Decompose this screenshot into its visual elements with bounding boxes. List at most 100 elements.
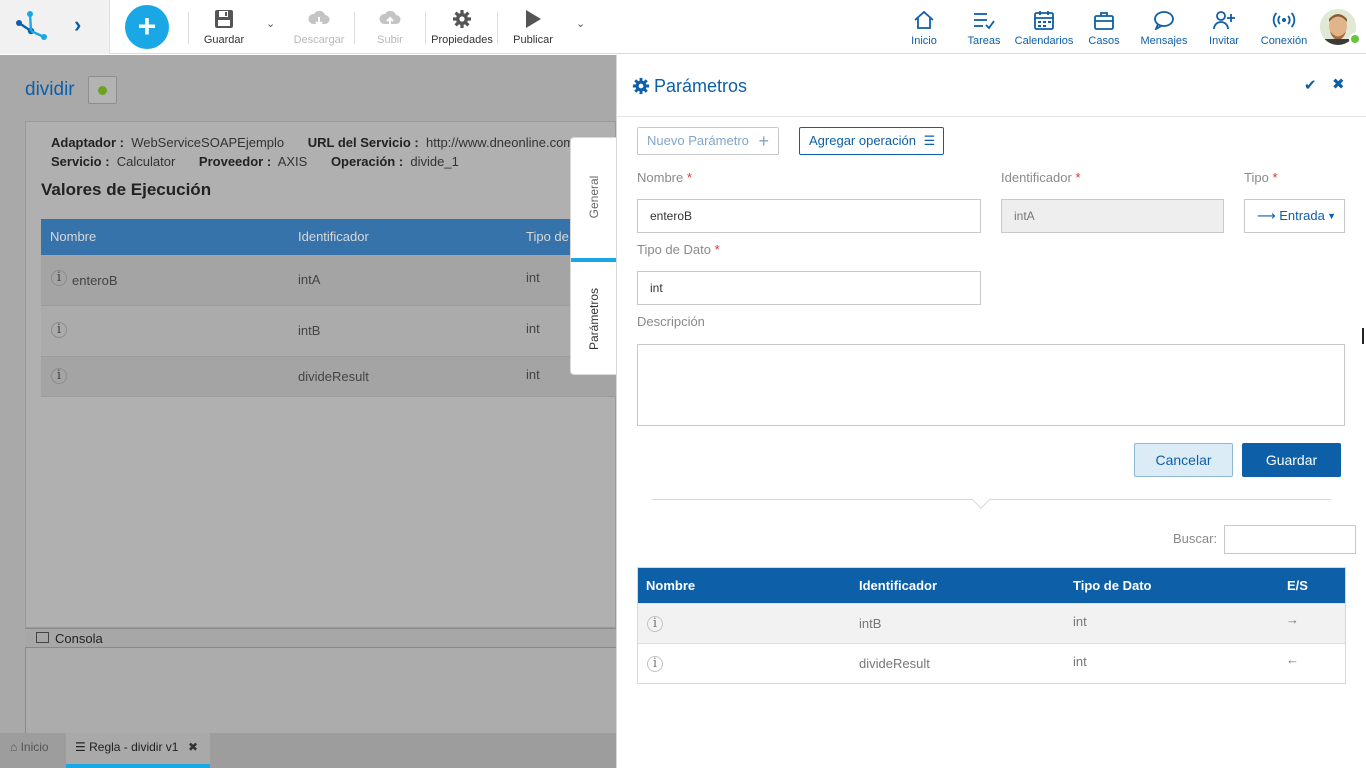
adapter-meta-line: Adaptador : WebServiceSOAPEjemplo URL de… xyxy=(51,135,594,150)
info-icon[interactable]: i xyxy=(51,368,67,384)
upload-toolbar-label: Subir xyxy=(377,34,403,46)
download-toolbar-button[interactable]: Descargar xyxy=(293,8,345,46)
nav-inicio-label: Inicio xyxy=(911,35,937,47)
caret-down-icon: ▼ xyxy=(1327,211,1336,221)
descripcion-textarea[interactable] xyxy=(637,344,1345,426)
close-tab-icon[interactable]: ✖ xyxy=(188,733,198,761)
bottom-tab-rule[interactable]: ☰ Regla - dividir v1 ✖ xyxy=(66,733,210,768)
tipo-dato-input[interactable]: int xyxy=(637,271,981,305)
add-button[interactable]: + xyxy=(125,5,169,49)
info-icon[interactable]: i xyxy=(647,656,663,672)
top-toolbar: › + Guardar ⌄ Descargar Subir Propiedade… xyxy=(0,0,1366,54)
briefcase-icon xyxy=(1094,12,1114,30)
tasks-icon xyxy=(974,13,995,30)
console-output xyxy=(25,648,616,733)
add-operation-button[interactable]: Agregar operación ☰ xyxy=(799,127,944,155)
tab-parametros[interactable]: Parámetros xyxy=(571,258,617,376)
nav-conexion-label: Conexión xyxy=(1260,35,1308,47)
floppy-icon xyxy=(215,10,233,28)
nav-inicio[interactable]: Inicio xyxy=(908,9,940,47)
table-header: Nombre Identificador Tipo de xyxy=(41,219,617,255)
bottom-tab-home[interactable]: ⌂ Inicio xyxy=(10,733,49,768)
section-title: Valores de Ejecución xyxy=(41,180,212,199)
table-header: Nombre Identificador Tipo de Dato E/S xyxy=(638,568,1345,603)
publish-toolbar-label: Publicar xyxy=(513,34,553,46)
console-header[interactable]: Consola xyxy=(25,628,616,648)
save-toolbar-label: Guardar xyxy=(203,34,245,46)
panel-title: Parámetros xyxy=(654,76,748,96)
add-user-icon xyxy=(1213,11,1235,30)
nombre-input[interactable]: enteroB xyxy=(637,199,981,233)
save-options-caret-icon[interactable]: ⌄ xyxy=(266,17,275,30)
nav-mensajes[interactable]: Mensajes xyxy=(1139,9,1189,47)
row-tipo: int xyxy=(1073,614,1087,629)
operation-key: Operación : xyxy=(330,154,404,169)
cloud-download-icon xyxy=(308,10,330,27)
app-logo-icon[interactable] xyxy=(14,9,48,43)
publish-toolbar-button[interactable]: Publicar xyxy=(512,8,554,46)
info-icon[interactable]: i xyxy=(51,270,67,286)
tab-general[interactable]: General xyxy=(571,138,617,256)
expand-chevron-icon[interactable]: › xyxy=(74,14,81,36)
new-parameter-button[interactable]: Nuevo Parámetro + xyxy=(637,127,779,155)
row-tipo: int xyxy=(1073,654,1087,669)
column-header-nombre: Nombre xyxy=(50,229,97,244)
tipo-dato-label: Tipo de Dato * xyxy=(637,242,720,257)
tipo-dropdown[interactable]: ⟶ Entrada ▼ xyxy=(1244,199,1345,233)
identificador-input: intA xyxy=(1001,199,1224,233)
divider-notch xyxy=(971,489,991,509)
info-icon[interactable]: i xyxy=(647,616,663,632)
table-row[interactable]: i enteroB intA int xyxy=(41,255,617,306)
tipo-label: Tipo * xyxy=(1244,170,1278,185)
required-mark: * xyxy=(714,242,720,257)
arrow-right-icon: ⟶ xyxy=(1257,208,1276,223)
identificador-label-text: Identificador xyxy=(1001,170,1072,185)
properties-toolbar-button[interactable]: Propiedades xyxy=(431,8,493,46)
tipo-label-text: Tipo xyxy=(1244,170,1269,185)
nav-calendarios-label: Calendarios xyxy=(1014,35,1074,47)
execution-values-table: Nombre Identificador Tipo de i enteroB i… xyxy=(41,219,617,397)
mouse-cursor xyxy=(1362,328,1364,344)
gear-icon xyxy=(453,10,471,28)
table-row[interactable]: i divideResult int xyxy=(41,357,617,397)
nav-casos[interactable]: Casos xyxy=(1087,9,1121,47)
status-dot xyxy=(98,86,107,95)
required-mark: * xyxy=(1075,170,1081,185)
toolbar-divider xyxy=(425,12,426,44)
home-icon xyxy=(914,10,934,29)
nav-invitar[interactable]: Invitar xyxy=(1206,9,1242,47)
list-icon: ☰ xyxy=(923,133,936,148)
nav-conexion[interactable]: Conexión xyxy=(1259,9,1309,47)
upload-toolbar-button[interactable]: Subir xyxy=(375,8,405,46)
table-row[interactable]: i intB int → xyxy=(638,603,1345,643)
row-tipo: int xyxy=(526,270,540,285)
publish-options-caret-icon[interactable]: ⌄ xyxy=(576,17,585,30)
table-row[interactable]: i divideResult int ← xyxy=(638,643,1345,683)
nav-tareas[interactable]: Tareas xyxy=(966,9,1002,47)
parameters-table: Nombre Identificador Tipo de Dato E/S i … xyxy=(637,567,1346,684)
confirm-check-icon[interactable]: ✔ xyxy=(1304,76,1317,94)
save-button[interactable]: Guardar xyxy=(1242,443,1341,477)
bottom-tab-rule-label: Regla - dividir v1 xyxy=(89,740,179,754)
table-row[interactable]: i intB int xyxy=(41,306,617,357)
execution-values-card: Adaptador : WebServiceSOAPEjemplo URL de… xyxy=(25,121,617,628)
properties-toolbar-label: Propiedades xyxy=(431,34,493,46)
toolbar-divider xyxy=(497,12,498,44)
cancel-button[interactable]: Cancelar xyxy=(1134,443,1233,477)
search-input[interactable] xyxy=(1224,525,1356,554)
adapter-key: Adaptador : xyxy=(51,135,124,150)
identificador-label: Identificador * xyxy=(1001,170,1081,185)
vertical-tabs: General Parámetros xyxy=(570,137,617,376)
column-header-tipo-dato: Tipo de Dato xyxy=(1073,578,1152,593)
save-toolbar-button[interactable]: Guardar xyxy=(203,8,245,46)
parameters-panel: Parámetros ✔ ✖ Nuevo Parámetro + Agregar… xyxy=(616,55,1366,768)
row-tipo: int xyxy=(526,367,540,382)
info-icon[interactable]: i xyxy=(51,322,67,338)
add-operation-label: Agregar operación xyxy=(809,133,916,148)
row-identificador: divideResult xyxy=(859,656,930,671)
row-nombre: enteroB xyxy=(72,273,118,288)
status-indicator[interactable] xyxy=(88,76,117,104)
page-title: dividir xyxy=(25,79,75,100)
nav-calendarios[interactable]: Calendarios xyxy=(1014,9,1074,47)
close-icon[interactable]: ✖ xyxy=(1332,75,1345,93)
